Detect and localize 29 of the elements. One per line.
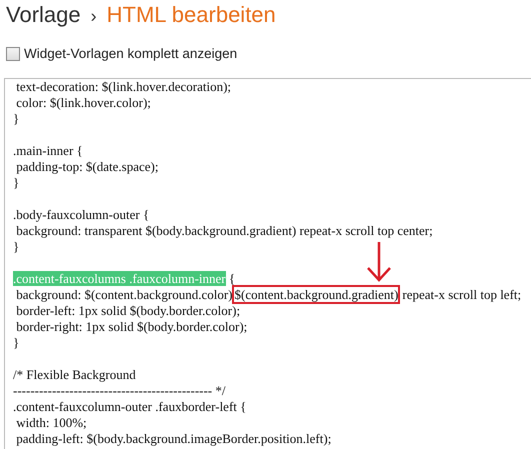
code-line: ---------------------------------------------- */ (13, 382, 226, 398)
code-line: .body-fauxcolumn-outer { (13, 206, 150, 222)
checkbox-label[interactable]: Widget-Vorlagen komplett anzeigen (24, 46, 238, 61)
code-line: } (13, 238, 20, 254)
arrow-icon (365, 240, 393, 284)
code-line: width: 100%; (15, 414, 87, 430)
code-line: background: $(content.background.color) (15, 286, 232, 302)
code-line: text-decoration: $(link.hover.decoration); (15, 78, 232, 94)
breadcrumb-link[interactable]: Vorlage (6, 2, 81, 28)
code-line: { (228, 270, 236, 286)
code-line: padding-left: $(body.background.imageBorder.position.left); (15, 430, 332, 446)
code-line: padding-top: $(date.space); (15, 158, 158, 174)
code-line: background: transparent $(body.background.gradient) repeat-x scroll top center; (15, 222, 433, 238)
code-line: repeat-x scroll top left; (402, 286, 522, 302)
highlighted-code: .content-fauxcolumns .fauxcolumn-inner (13, 270, 226, 286)
code-line: } (13, 334, 20, 350)
checkbox[interactable] (6, 46, 20, 60)
code-line: } (13, 110, 20, 126)
code-line: .main-inner { (13, 142, 83, 158)
code-line: /* Flexible Background (13, 366, 136, 382)
code-line: border-right: 1px solid $(body.border.color); (15, 318, 248, 334)
page-title: HTML bearbeiten (106, 2, 276, 28)
code-line: } (13, 174, 20, 190)
code-line: color: $(link.hover.color); (15, 94, 151, 110)
code-line: .content-fauxcolumn-outer .fauxborder-left { (13, 398, 246, 414)
breadcrumb-separator: › (90, 6, 97, 27)
code-editor[interactable] (4, 78, 531, 449)
code-line: border-left: 1px solid $(body.border.color); (15, 302, 240, 318)
boxed-code: $(content.background.gradient) (234, 286, 398, 302)
